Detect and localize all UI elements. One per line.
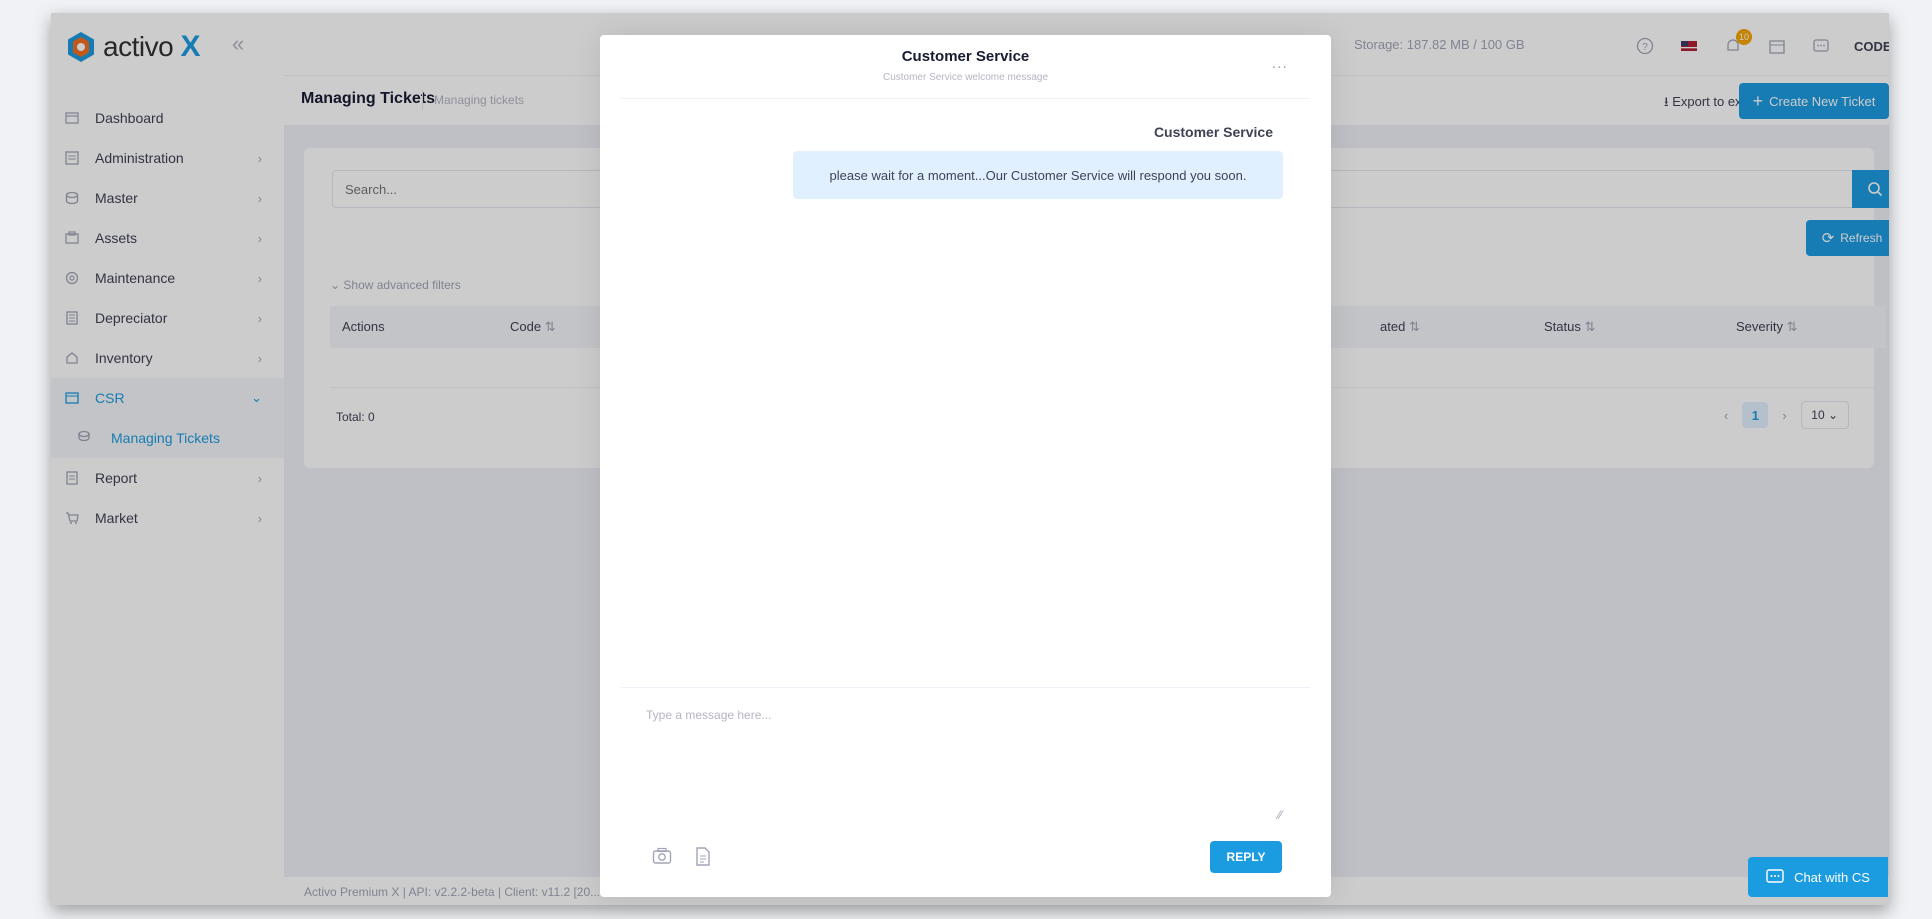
message-sender: Customer Service [1153,124,1273,140]
chat-with-cs-button[interactable]: Chat with CS [1748,857,1888,897]
more-options-icon[interactable]: ... [1272,55,1288,73]
message-input[interactable] [646,708,1286,818]
chat-with-cs-label: Chat with CS [1794,869,1870,885]
chat-panel: Customer Service Customer Service welcom… [621,35,1310,897]
chat-header: Customer Service Customer Service welcom… [621,35,1310,99]
message-bubble: please wait for a moment...Our Customer … [793,151,1283,199]
message-composer: ⁄⁄ REPLY [621,687,1310,897]
reply-button[interactable]: REPLY [1210,841,1282,873]
chat-modal: Customer Service Customer Service welcom… [600,35,1331,897]
file-icon[interactable] [695,847,715,867]
chat-icon [1766,869,1784,883]
chat-title: Customer Service [901,48,1030,65]
camera-icon[interactable] [652,847,672,867]
chat-subtitle: Customer Service welcome message [882,72,1049,83]
message-text: please wait for a moment...Our Customer … [829,167,1247,183]
resize-handle-icon[interactable]: ⁄⁄ [1278,808,1282,822]
